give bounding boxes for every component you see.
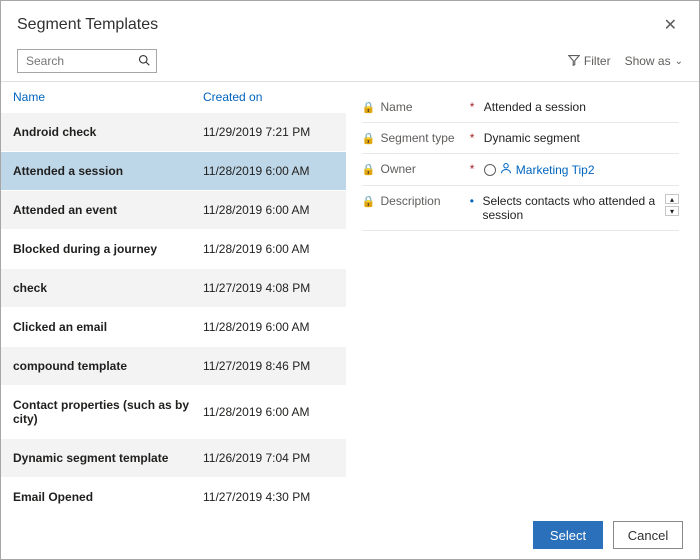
field-name-value[interactable]: Attended a session (478, 100, 679, 114)
field-type-value[interactable]: Dynamic segment (478, 131, 679, 145)
field-name-label: Name (381, 100, 413, 114)
owner-link-text: Marketing Tip2 (516, 163, 595, 177)
description-spinner: ▴ ▾ (665, 194, 679, 216)
column-header-name[interactable]: Name (13, 90, 203, 104)
field-type-label: Segment type (381, 131, 455, 145)
table-row[interactable]: compound template11/27/2019 8:46 PM (1, 346, 346, 385)
row-name: Email Opened (13, 490, 203, 504)
list-scroll[interactable]: Android check11/29/2019 7:21 PMAttended … (1, 112, 346, 511)
field-name: 🔒 Name * Attended a session (362, 92, 679, 123)
description-text: Selects contacts who attended a session (482, 194, 659, 222)
table-row[interactable]: Clicked an email11/28/2019 6:00 AM (1, 307, 346, 346)
user-icon (500, 162, 512, 177)
field-description: 🔒 Description • Selects contacts who att… (362, 186, 679, 231)
search-input[interactable] (24, 53, 138, 69)
field-owner-value[interactable]: Marketing Tip2 (478, 162, 679, 177)
row-created: 11/28/2019 6:00 AM (203, 203, 334, 217)
row-created: 11/26/2019 7:04 PM (203, 451, 334, 465)
row-created: 11/28/2019 6:00 AM (203, 320, 334, 334)
close-button[interactable]: ✕ (658, 11, 683, 39)
filter-button[interactable]: Filter (568, 54, 611, 69)
table-row[interactable]: Contact properties (such as by city)11/2… (1, 385, 346, 438)
toolbar: Filter Show as ⌄ (1, 45, 699, 81)
spinner-up-button[interactable]: ▴ (665, 194, 679, 204)
list-pane: Name Created on Android check11/29/2019 … (1, 82, 346, 511)
required-indicator: * (470, 131, 478, 145)
dialog-body: Name Created on Android check11/29/2019 … (1, 81, 699, 511)
toolbar-right: Filter Show as ⌄ (568, 54, 683, 69)
table-row[interactable]: Blocked during a journey11/28/2019 6:00 … (1, 229, 346, 268)
lock-icon: 🔒 (362, 101, 376, 114)
row-created: 11/28/2019 6:00 AM (203, 405, 334, 419)
field-owner-label: Owner (381, 162, 416, 176)
grid-header: Name Created on (1, 82, 346, 112)
lock-icon: 🔒 (362, 163, 376, 176)
field-segment-type: 🔒 Segment type * Dynamic segment (362, 123, 679, 154)
row-name: check (13, 281, 203, 295)
table-row[interactable]: Attended an event11/28/2019 6:00 AM (1, 190, 346, 229)
showas-label: Show as (625, 54, 671, 68)
field-owner: 🔒 Owner * Marketing Tip2 (362, 154, 679, 186)
detail-pane: 🔒 Name * Attended a session 🔒 Segment ty… (346, 82, 699, 511)
segment-templates-dialog: Segment Templates ✕ Filter Show as ⌄ (0, 0, 700, 560)
field-desc-value[interactable]: Selects contacts who attended a session … (476, 194, 679, 222)
cancel-button[interactable]: Cancel (613, 521, 683, 549)
table-row[interactable]: Attended a session11/28/2019 6:00 AM (1, 151, 346, 190)
row-created: 11/27/2019 4:30 PM (203, 490, 334, 504)
row-created: 11/28/2019 6:00 AM (203, 242, 334, 256)
row-name: Blocked during a journey (13, 242, 203, 256)
field-desc-label: Description (381, 194, 441, 208)
recommended-indicator: • (470, 194, 477, 208)
row-name: Android check (13, 125, 203, 139)
chevron-down-icon: ⌄ (675, 56, 683, 67)
dialog-header: Segment Templates ✕ (1, 1, 699, 45)
row-name: Attended an event (13, 203, 203, 217)
required-indicator: * (470, 162, 478, 176)
lock-icon: 🔒 (362, 195, 376, 208)
row-created: 11/29/2019 7:21 PM (203, 125, 334, 139)
row-created: 11/28/2019 6:00 AM (203, 164, 334, 178)
showas-button[interactable]: Show as ⌄ (625, 54, 683, 68)
row-name: Dynamic segment template (13, 451, 203, 465)
table-row[interactable]: Dynamic segment template11/26/2019 7:04 … (1, 438, 346, 477)
close-icon: ✕ (664, 17, 677, 34)
required-indicator: * (470, 100, 478, 114)
spinner-down-button[interactable]: ▾ (665, 206, 679, 216)
select-button[interactable]: Select (533, 521, 603, 549)
table-row[interactable]: Android check11/29/2019 7:21 PM (1, 112, 346, 151)
table-row[interactable]: Email Opened11/27/2019 4:30 PM (1, 477, 346, 511)
row-name: Contact properties (such as by city) (13, 398, 203, 426)
search-icon[interactable] (138, 54, 150, 69)
row-created: 11/27/2019 8:46 PM (203, 359, 334, 373)
dialog-footer: Select Cancel (1, 511, 699, 559)
persona-icon (484, 164, 496, 176)
lock-icon: 🔒 (362, 132, 376, 145)
table-row[interactable]: check11/27/2019 4:08 PM (1, 268, 346, 307)
filter-icon (568, 54, 580, 69)
row-name: compound template (13, 359, 203, 373)
row-created: 11/27/2019 4:08 PM (203, 281, 334, 295)
search-box[interactable] (17, 49, 157, 73)
dialog-title: Segment Templates (17, 16, 158, 34)
column-header-created[interactable]: Created on (203, 90, 334, 104)
row-name: Attended a session (13, 164, 203, 178)
filter-label: Filter (584, 54, 611, 68)
row-name: Clicked an email (13, 320, 203, 334)
